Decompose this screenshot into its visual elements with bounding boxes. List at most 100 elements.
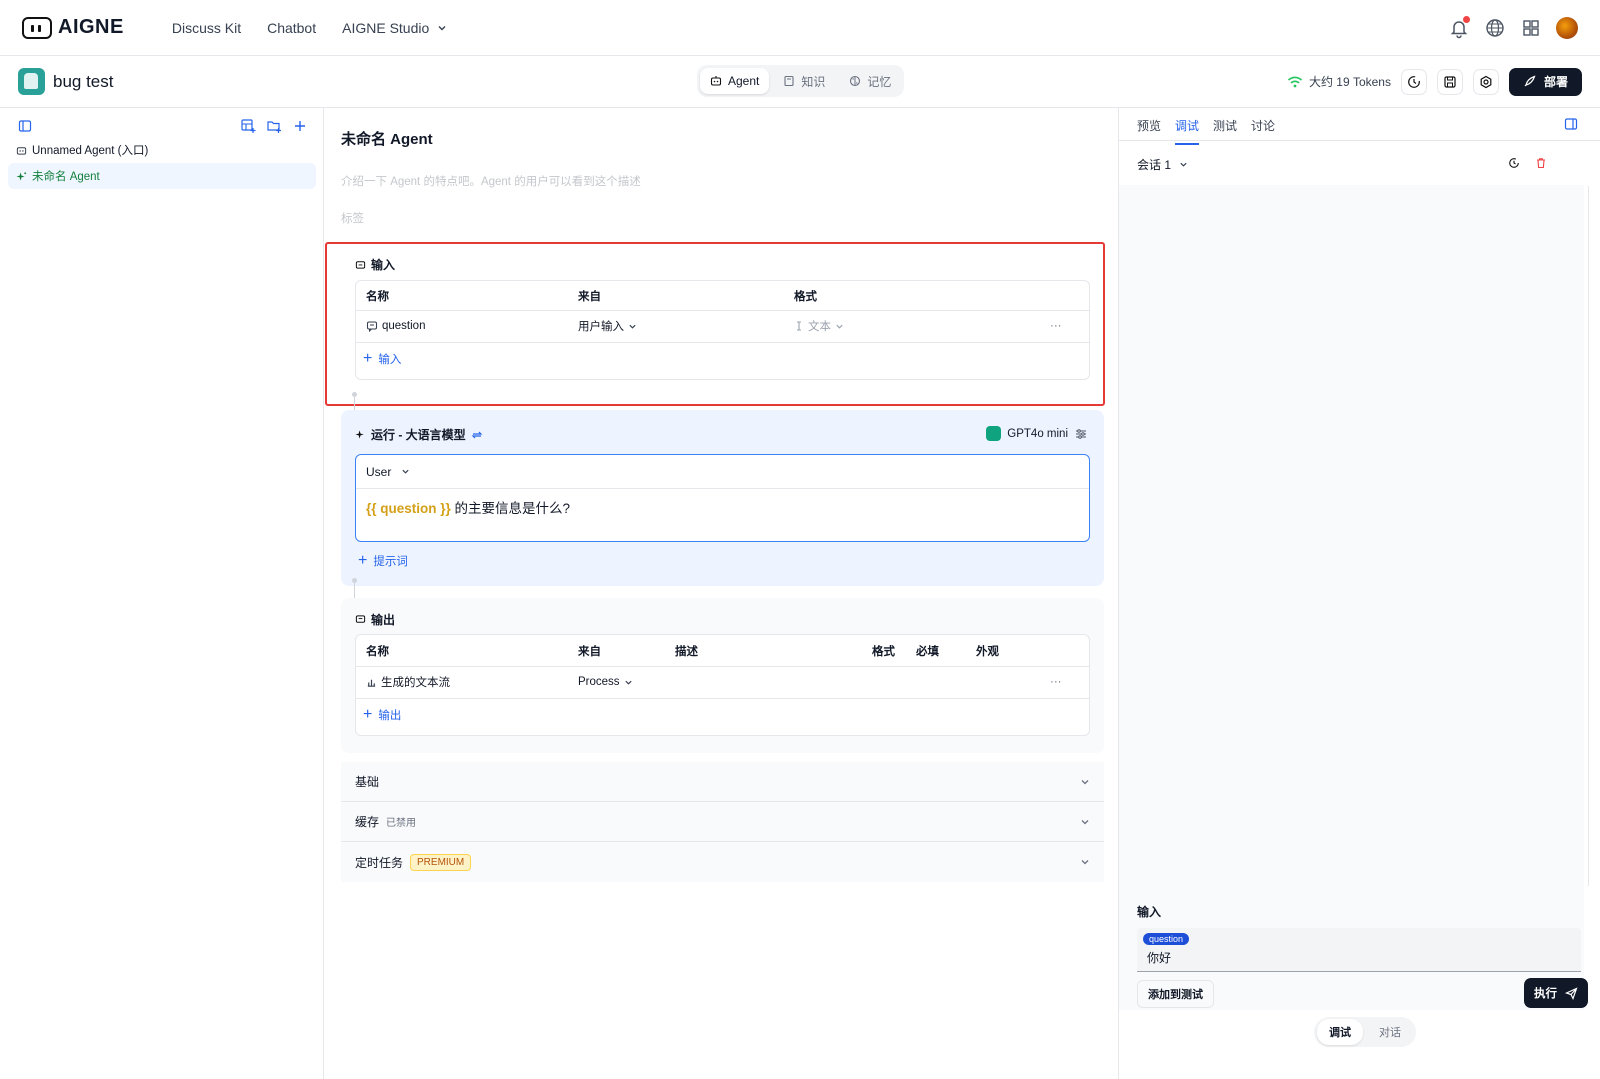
settings-button[interactable]: [1472, 68, 1499, 95]
save-button[interactable]: [1436, 68, 1463, 95]
tab-memory[interactable]: 记忆: [839, 68, 901, 94]
column-header-source: 来自: [578, 645, 601, 658]
output-name-cell[interactable]: 生成的文本流: [366, 674, 450, 690]
add-folder-icon[interactable]: [266, 118, 282, 134]
row-more-button[interactable]: ···: [1050, 676, 1062, 688]
deploy-button[interactable]: 部署: [1508, 67, 1582, 96]
nav-link-chatbot[interactable]: Chatbot: [267, 20, 316, 36]
column-header-description: 描述: [675, 645, 698, 658]
nav-link-aigne-studio[interactable]: AIGNE Studio: [342, 20, 447, 36]
add-to-test-button[interactable]: 添加到测试: [1137, 980, 1214, 1008]
history-button[interactable]: [1400, 68, 1427, 95]
cache-status: 已禁用: [386, 818, 417, 829]
accordion-cache[interactable]: 缓存 已禁用: [341, 802, 1104, 842]
premium-badge: PREMIUM: [410, 853, 472, 871]
output-section: 输出 名称 来自 描述 格式 必填 外观 生成的文本流 Process ··· …: [341, 598, 1104, 753]
accordion-basic[interactable]: 基础: [341, 762, 1104, 802]
save-icon: [1444, 75, 1456, 88]
sliders-icon[interactable]: [1074, 427, 1088, 441]
switch-arrows-icon[interactable]: [471, 429, 483, 441]
run-section: 运行 - 大语言模型 GPT4o mini User {{ question }…: [341, 410, 1104, 586]
agent-description-field[interactable]: 介绍一下 Agent 的特点吧。Agent 的用户可以看到这个描述: [341, 173, 641, 189]
accordion-basic-label: 基础: [355, 775, 380, 789]
globe-icon[interactable]: [1484, 17, 1506, 39]
bell-icon[interactable]: [1448, 15, 1470, 39]
deploy-label: 部署: [1543, 75, 1568, 89]
output-source-value: Process: [578, 676, 620, 688]
tags-field[interactable]: 标签: [341, 210, 364, 226]
agent-editor: 未命名 Agent 介绍一下 Agent 的特点吧。Agent 的用户可以看到这…: [324, 108, 1119, 1079]
output-source-select[interactable]: Process: [578, 676, 633, 688]
rocket-icon: [1524, 75, 1536, 87]
sidebar-item-label: 未命名 Agent: [32, 171, 100, 183]
role-select[interactable]: User: [356, 455, 1089, 489]
mode-toggle: 调试 对话: [1314, 1017, 1416, 1047]
plus-icon[interactable]: [292, 118, 308, 134]
output-table-header: 名称 来自 描述 格式 必填 外观: [356, 635, 1089, 666]
panel-toggle-icon[interactable]: [1564, 117, 1578, 131]
sidebar-item-label: Unnamed Agent (入口): [32, 145, 149, 157]
nav-link-discuss-kit[interactable]: Discuss Kit: [172, 20, 241, 36]
table-row[interactable]: 生成的文本流 Process ···: [356, 666, 1089, 698]
signal-icon: [1287, 76, 1302, 87]
project-bar: bug test Agent 知识 记忆 大约 19 Tokens 部署: [0, 56, 1600, 108]
robot-icon: [710, 76, 722, 86]
accordion-scheduled-label: 定时任务: [355, 855, 404, 870]
send-icon: [1565, 986, 1578, 1000]
role-value: User: [366, 464, 392, 479]
add-prompt-button[interactable]: + 提示词: [358, 553, 408, 569]
column-header-appearance: 外观: [976, 645, 999, 658]
tab-knowledge[interactable]: 知识: [773, 68, 835, 94]
sparkle-icon: [355, 430, 364, 439]
prompt-card: User {{ question }} 的主要信息是什么?: [355, 454, 1090, 542]
sidebar-item-unnamed-agent[interactable]: Unnamed Agent (入口): [8, 137, 316, 163]
stream-icon: [367, 679, 376, 687]
plus-icon: +: [363, 706, 373, 723]
question-input-field[interactable]: question 你好: [1137, 928, 1581, 972]
tab-agent[interactable]: Agent: [700, 68, 770, 94]
add-output-button[interactable]: + 输出: [363, 707, 401, 723]
trash-icon[interactable]: [1535, 157, 1547, 169]
sidebar-toggle-icon[interactable]: [18, 119, 32, 133]
agent-title[interactable]: 未命名 Agent: [341, 128, 433, 149]
prompt-text: 的主要信息是什么?: [450, 501, 571, 516]
question-value: 你好: [1147, 951, 1172, 965]
scrollbar[interactable]: [1588, 186, 1589, 886]
output-section-heading: 输出: [355, 611, 395, 628]
prompt-editor[interactable]: {{ question }} 的主要信息是什么?: [356, 489, 1089, 525]
session-select[interactable]: 会话 1: [1137, 156, 1188, 173]
brand-logo[interactable]: AIGNE: [22, 16, 124, 39]
chevron-down-icon: [624, 680, 632, 685]
tab-knowledge-label: 知识: [801, 74, 826, 89]
column-header-required: 必填: [916, 645, 939, 658]
logo-icon: [22, 16, 52, 39]
nav-links: Discuss Kit Chatbot AIGNE Studio: [172, 20, 447, 36]
execute-label: 执行: [1534, 988, 1557, 1000]
flow-connector-dot: [352, 578, 357, 583]
apps-grid-icon[interactable]: [1520, 17, 1542, 39]
output-heading-label: 输出: [371, 613, 396, 627]
user-avatar[interactable]: [1556, 16, 1578, 39]
execute-button[interactable]: 执行: [1524, 978, 1588, 1008]
mode-chat[interactable]: 对话: [1367, 1019, 1413, 1045]
project-name: bug test: [53, 71, 114, 91]
add-table-icon[interactable]: [240, 118, 256, 134]
chevron-down-icon: [438, 25, 446, 30]
sidebar-item-untitled-agent[interactable]: 未命名 Agent: [8, 163, 316, 189]
session-label: 会话 1: [1137, 158, 1172, 172]
project-avatar: [18, 68, 45, 95]
gear-icon: [1480, 75, 1492, 88]
tab-agent-label: Agent: [728, 74, 760, 88]
model-name: GPT4o mini: [1007, 427, 1068, 440]
accordion-scheduled-task[interactable]: 定时任务 PREMIUM: [341, 842, 1104, 882]
add-output-label: 输出: [378, 710, 402, 722]
chevron-down-icon: [1081, 860, 1089, 865]
flow-connector-dot: [352, 392, 357, 397]
mode-debug[interactable]: 调试: [1317, 1019, 1363, 1045]
chat-area: [1119, 185, 1584, 1010]
clear-history-icon[interactable]: [1508, 157, 1520, 169]
model-selector[interactable]: GPT4o mini: [986, 426, 1088, 441]
column-header-name: 名称: [366, 645, 389, 658]
output-table: 名称 来自 描述 格式 必填 外观 生成的文本流 Process ··· + 输…: [355, 634, 1090, 736]
token-count: 大约 19 Tokens: [1308, 75, 1391, 89]
